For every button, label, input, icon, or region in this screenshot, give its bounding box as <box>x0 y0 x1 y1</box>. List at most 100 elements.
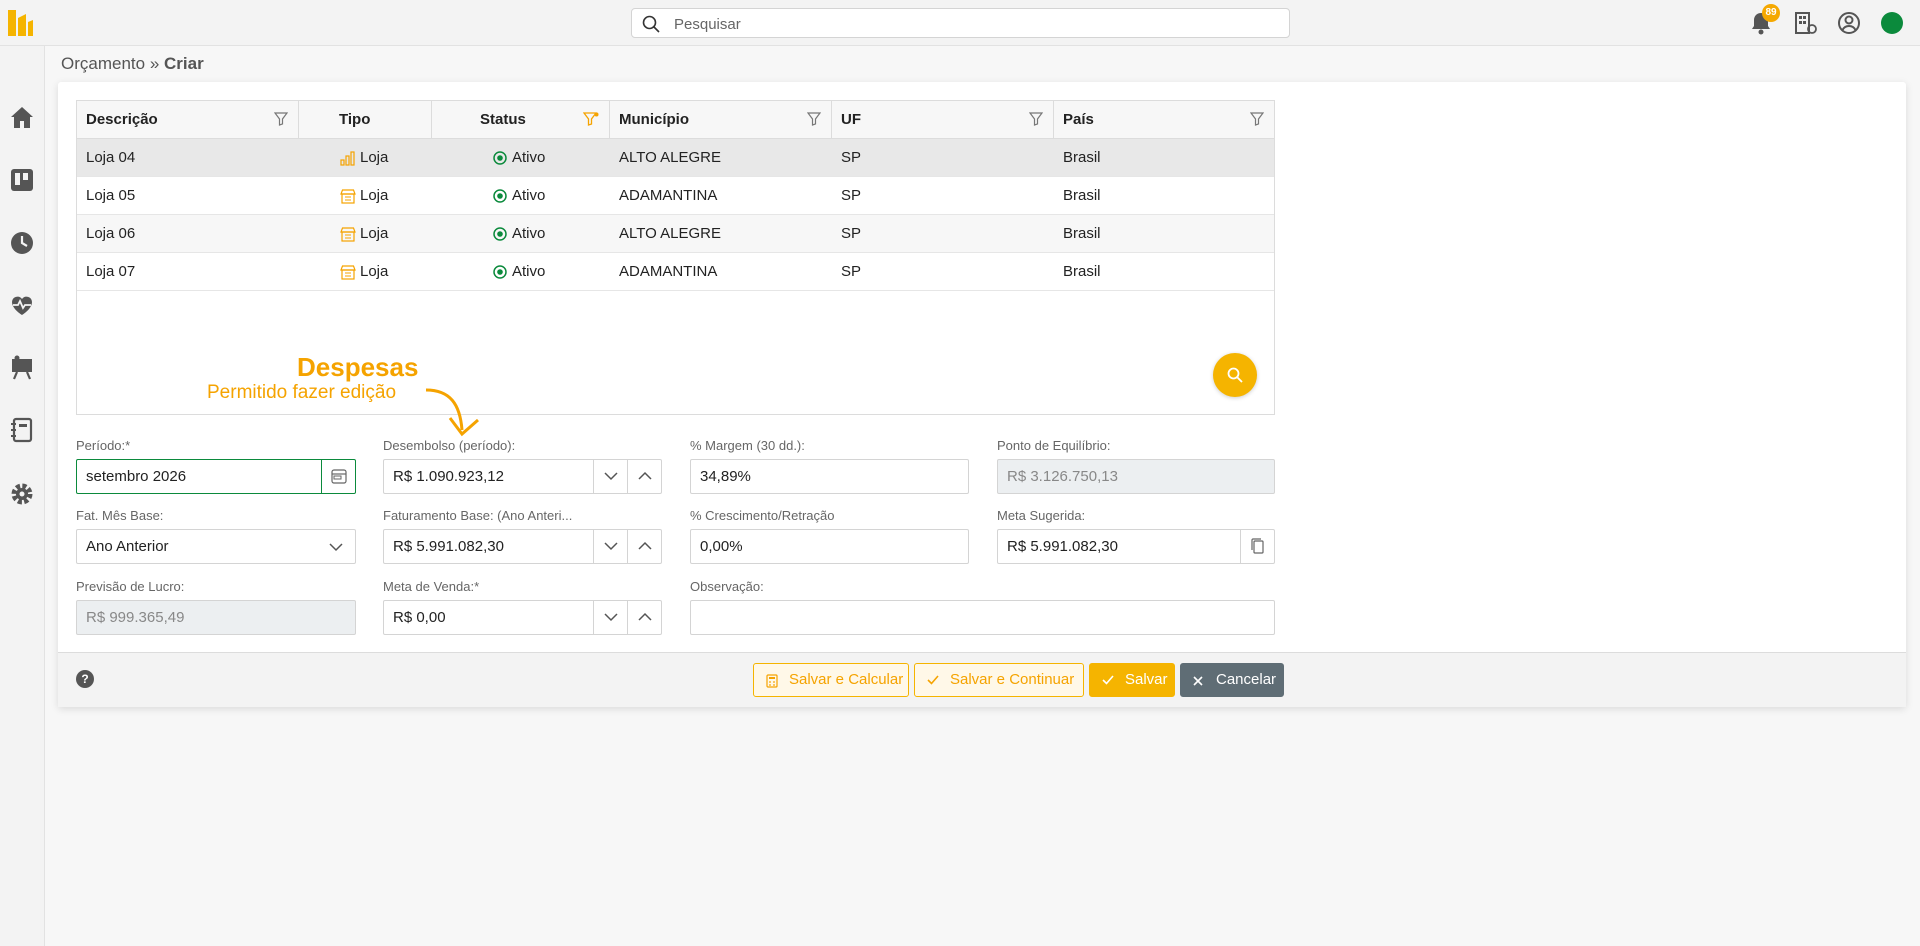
table-row[interactable]: Loja 05 Loja Ativo ADAMANTINA SP Brasil <box>77 177 1274 215</box>
crescimento-value: 0,00% <box>700 538 743 555</box>
check-icon <box>927 675 939 685</box>
save-and-continue-button[interactable]: Salvar e Continuar <box>914 663 1084 697</box>
cancel-button[interactable]: Cancelar <box>1180 663 1284 697</box>
user-account-icon[interactable] <box>1836 10 1862 36</box>
crescimento-field[interactable]: 0,00% <box>690 529 969 564</box>
cell-pais: Brasil <box>1063 263 1101 280</box>
observacao-label: Observação: <box>690 579 764 594</box>
column-header-pais[interactable]: País <box>1054 101 1274 139</box>
online-status-indicator[interactable] <box>1881 12 1903 34</box>
desembolso-label: Desembolso (período): <box>383 438 516 453</box>
desembolso-field[interactable]: R$ 1.090.923,12 <box>383 459 662 494</box>
top-bar: 89 <box>0 0 1920 46</box>
meta-venda-increment-button[interactable] <box>627 601 661 634</box>
column-header-descricao[interactable]: Descrição <box>77 101 299 139</box>
store-grid: Descrição Tipo Status Município UF País … <box>76 100 1275 415</box>
cancel-label: Cancelar <box>1216 671 1277 688</box>
column-header-uf[interactable]: UF <box>832 101 1054 139</box>
table-row[interactable]: Loja 04 Loja Ativo ALTO ALEGRE SP Brasil <box>77 139 1274 177</box>
filter-icon[interactable] <box>274 112 288 126</box>
calendar-button[interactable] <box>321 460 355 493</box>
margem-value: 34,89% <box>700 468 751 485</box>
margem-field[interactable]: 34,89% <box>690 459 969 494</box>
ponto-equilibrio-field: R$ 3.126.750,13 <box>997 459 1275 494</box>
active-status-icon <box>493 265 507 279</box>
fat-mes-base-select[interactable]: Ano Anterior <box>76 529 356 564</box>
annotation-title: Despesas <box>297 352 419 382</box>
building-icon[interactable] <box>1792 10 1818 36</box>
chevron-down-icon <box>604 472 618 481</box>
app-logo-icon[interactable] <box>6 8 34 38</box>
global-search[interactable] <box>631 8 1290 38</box>
column-header-municipio[interactable]: Município <box>610 101 832 139</box>
help-icon[interactable]: ? <box>76 670 94 688</box>
save-button[interactable]: Salvar <box>1089 663 1175 697</box>
column-header-tipo[interactable]: Tipo <box>299 101 432 139</box>
clock-icon[interactable] <box>8 229 36 257</box>
store-icon <box>340 265 356 280</box>
search-input[interactable] <box>674 14 1274 34</box>
store-chart-icon <box>340 151 355 166</box>
breadcrumb-parent[interactable]: Orçamento <box>61 54 145 73</box>
breadcrumb: Orçamento » Criar <box>61 54 204 74</box>
grid-search-button[interactable] <box>1213 353 1257 397</box>
filter-icon[interactable] <box>1029 112 1043 126</box>
heartbeat-icon[interactable] <box>8 291 36 319</box>
cell-tipo: Loja <box>360 187 389 204</box>
presentation-board-icon[interactable] <box>8 354 36 382</box>
cell-pais: Brasil <box>1063 149 1101 166</box>
observacao-field[interactable] <box>690 600 1275 635</box>
cell-descricao: Loja 04 <box>86 149 136 166</box>
chevron-down-icon <box>329 543 343 552</box>
filter-active-icon[interactable] <box>583 112 599 126</box>
home-icon[interactable] <box>8 103 36 131</box>
annotation-subtitle: Permitido fazer edição <box>207 382 397 403</box>
faturamento-base-decrement-button[interactable] <box>593 530 627 563</box>
filter-icon[interactable] <box>807 112 821 126</box>
ponto-equilibrio-value: R$ 3.126.750,13 <box>1007 468 1118 485</box>
cell-status: Ativo <box>512 263 546 280</box>
annotation-arrow-icon <box>425 388 479 437</box>
cell-uf: SP <box>841 149 862 166</box>
periodo-label: Período:* <box>76 438 131 453</box>
cell-tipo: Loja <box>360 225 389 242</box>
meta-venda-decrement-button[interactable] <box>593 601 627 634</box>
faturamento-base-value: R$ 5.991.082,30 <box>393 538 504 555</box>
desembolso-value: R$ 1.090.923,12 <box>393 468 504 485</box>
chevron-up-icon <box>638 541 652 550</box>
table-row[interactable]: Loja 07 Loja Ativo ADAMANTINA SP Brasil <box>77 253 1274 291</box>
crescimento-label: % Crescimento/Retração <box>690 508 835 523</box>
cell-status: Ativo <box>512 225 546 242</box>
active-status-icon <box>493 227 507 241</box>
kanban-board-icon[interactable] <box>8 166 36 194</box>
chevron-up-icon <box>638 471 652 480</box>
faturamento-base-increment-button[interactable] <box>627 530 661 563</box>
copy-meta-button[interactable] <box>1240 530 1274 563</box>
table-row[interactable]: Loja 06 Loja Ativo ALTO ALEGRE SP Brasil <box>77 215 1274 253</box>
meta-sugerida-value: R$ 5.991.082,30 <box>1007 538 1118 555</box>
save-and-calculate-button[interactable]: Salvar e Calcular <box>753 663 909 697</box>
filter-icon[interactable] <box>1250 112 1264 126</box>
ponto-equilibrio-label: Ponto de Equilíbrio: <box>997 438 1111 453</box>
cell-pais: Brasil <box>1063 187 1101 204</box>
fat-mes-base-label: Fat. Mês Base: <box>76 508 164 523</box>
check-icon <box>1102 675 1114 685</box>
contact-book-icon[interactable] <box>8 416 36 444</box>
periodo-field[interactable]: setembro 2026 <box>76 459 356 494</box>
faturamento-base-label: Faturamento Base: (Ano Anteri... <box>383 508 573 523</box>
calculator-icon <box>766 674 778 688</box>
cell-municipio: ALTO ALEGRE <box>619 225 721 242</box>
column-header-status[interactable]: Status <box>432 101 610 139</box>
desembolso-increment-button[interactable] <box>627 460 661 493</box>
meta-sugerida-label: Meta Sugerida: <box>997 508 1086 523</box>
meta-venda-field[interactable]: R$ 0,00 <box>383 600 662 635</box>
gear-icon[interactable] <box>8 480 36 508</box>
margem-label: % Margem (30 dd.): <box>690 438 805 453</box>
active-status-icon <box>493 151 507 165</box>
cell-municipio: ADAMANTINA <box>619 187 718 204</box>
cell-municipio: ALTO ALEGRE <box>619 149 721 166</box>
faturamento-base-field[interactable]: R$ 5.991.082,30 <box>383 529 662 564</box>
desembolso-decrement-button[interactable] <box>593 460 627 493</box>
meta-venda-value: R$ 0,00 <box>393 609 446 626</box>
cell-descricao: Loja 05 <box>86 187 136 204</box>
